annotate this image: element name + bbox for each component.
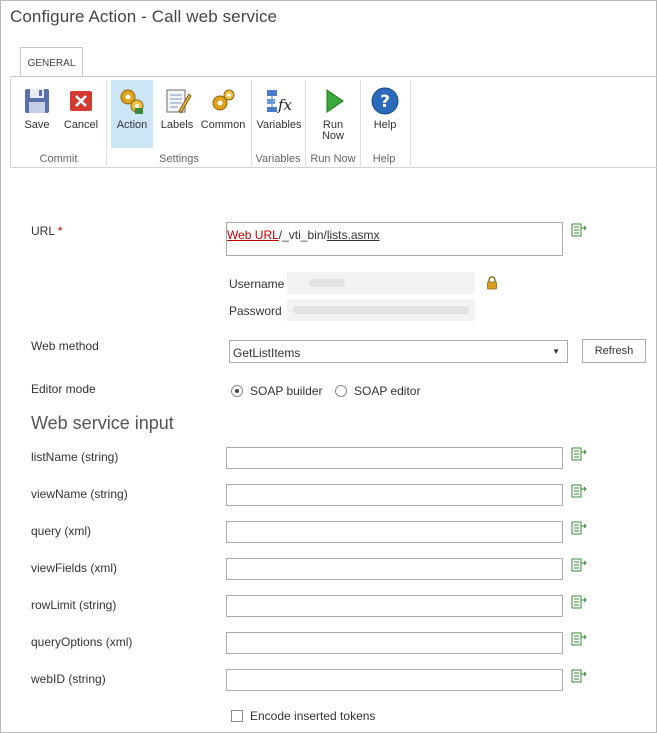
url-path-part1: /_vti_bin/ (278, 228, 327, 242)
url-token-web-url[interactable]: Web URL (227, 228, 279, 242)
queryoptions-input[interactable] (226, 632, 563, 654)
radio-selected-dot (235, 389, 239, 393)
action-label: Action (116, 119, 148, 131)
labels-button[interactable]: Labels (156, 80, 198, 148)
dialog-title: Configure Action - Call web service (10, 7, 278, 26)
radio-soap-builder[interactable] (231, 385, 243, 397)
input-label-query: query (xml) (31, 524, 92, 538)
variables-button[interactable]: fx Variables (255, 80, 303, 148)
group-label-help: Help (372, 153, 396, 165)
run-now-label: Run Now (311, 120, 355, 142)
group-label-run-now: Run Now (310, 153, 356, 165)
web-method-select[interactable]: GetListItems ▼ (229, 340, 568, 363)
radio-label-soap-editor: SOAP editor (354, 384, 421, 398)
section-title: Web service input (31, 413, 174, 433)
red-x-icon (70, 91, 92, 111)
group-separator (410, 80, 411, 166)
common-label: Common (200, 119, 246, 131)
insert-reference-icon[interactable] (571, 521, 587, 535)
insert-reference-icon[interactable] (571, 484, 587, 498)
action-button[interactable]: Action (111, 80, 153, 148)
help-label: Help (373, 119, 397, 131)
variables-label: Variables (256, 119, 302, 131)
password-field[interactable] (287, 299, 475, 321)
url-input[interactable]: Web URL/_vti_bin/lists.asmx (226, 222, 563, 256)
tab-general[interactable]: GENERAL (20, 47, 83, 76)
fx-variables-icon: fx (267, 90, 293, 114)
web-method-value: GetListItems (233, 346, 301, 360)
ribbon-bottom-border (10, 167, 657, 168)
redacted-text (309, 279, 345, 287)
input-label-queryoptions: queryOptions (xml) (31, 635, 133, 649)
svg-text:fx: fx (277, 96, 293, 114)
required-mark: * (57, 224, 63, 238)
group-label-variables: Variables (255, 153, 301, 165)
help-question-icon: ? (371, 87, 399, 115)
save-label: Save (24, 119, 50, 131)
username-label: Username (229, 277, 285, 291)
radio-soap-editor[interactable] (335, 385, 347, 397)
cancel-button[interactable]: Cancel (61, 80, 101, 148)
radio-label-soap-builder: SOAP builder (250, 384, 323, 398)
listname-input[interactable] (226, 447, 563, 469)
svg-text:?: ? (380, 92, 390, 112)
cancel-label: Cancel (63, 119, 99, 131)
insert-reference-icon[interactable] (571, 595, 587, 609)
encode-tokens-checkbox[interactable] (231, 710, 243, 722)
lock-icon (487, 276, 497, 290)
encode-tokens-label: Encode inserted tokens (250, 709, 376, 723)
run-now-button[interactable]: Run Now (311, 80, 355, 148)
group-label-commit: Commit (39, 153, 78, 165)
common-button[interactable]: Common (199, 80, 247, 148)
green-play-icon (326, 89, 344, 113)
notepad-pencil-icon (166, 89, 192, 114)
input-label-rowlimit: rowLimit (string) (31, 598, 117, 612)
ribbon-top-border (10, 76, 657, 77)
insert-reference-icon[interactable] (571, 669, 587, 683)
password-label: Password (229, 304, 282, 318)
input-label-listname: listName (string) (31, 450, 119, 464)
insert-reference-icon[interactable] (571, 447, 587, 461)
insert-reference-icon[interactable] (571, 558, 587, 572)
insert-reference-icon[interactable] (571, 632, 587, 646)
username-field[interactable] (287, 272, 475, 294)
url-path-part2: lists.asmx (326, 228, 380, 242)
editor-mode-label: Editor mode (31, 382, 96, 396)
rowlimit-input[interactable] (226, 595, 563, 617)
url-label: URL * (31, 224, 63, 238)
input-label-viewname: viewName (string) (31, 487, 128, 501)
viewname-input[interactable] (226, 484, 563, 506)
floppy-disk-icon (25, 89, 49, 113)
gears-icon (120, 89, 144, 114)
redacted-text (293, 306, 469, 314)
refresh-button[interactable]: Refresh (582, 339, 646, 363)
web-method-label: Web method (31, 339, 99, 353)
chevron-down-icon: ▼ (552, 347, 560, 356)
insert-reference-icon[interactable] (571, 223, 587, 237)
gears-gold-icon (212, 89, 235, 111)
query-input[interactable] (226, 521, 563, 543)
input-label-viewfields: viewFields (xml) (31, 561, 118, 575)
url-label-text: URL (31, 224, 55, 238)
help-button[interactable]: ? Help (364, 80, 406, 148)
save-button[interactable]: Save (18, 80, 56, 148)
webid-input[interactable] (226, 669, 563, 691)
run-now-label-line2: Now (321, 130, 344, 142)
labels-label: Labels (160, 119, 194, 131)
group-label-settings: Settings (159, 153, 199, 165)
viewfields-input[interactable] (226, 558, 563, 580)
input-label-webid: webID (string) (31, 672, 106, 686)
